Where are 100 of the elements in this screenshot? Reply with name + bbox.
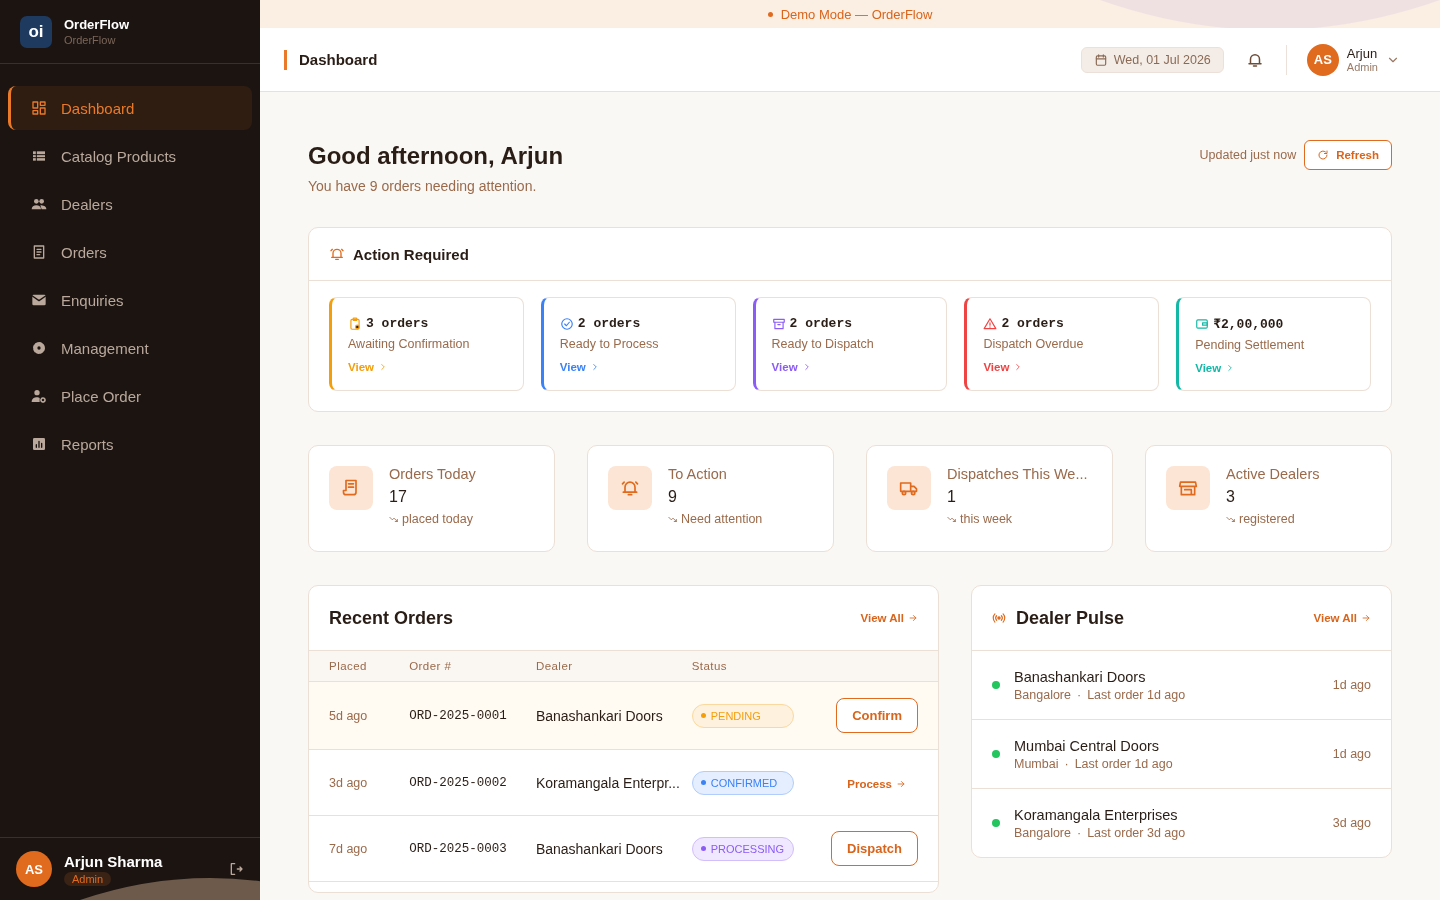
sidebar-item[interactable]: Dealers (8, 182, 252, 226)
last-order: Last order 3d ago (1087, 825, 1186, 840)
card-label: Ready to Process (559, 337, 659, 351)
sidebar-item[interactable]: Enquiries (8, 278, 252, 322)
calendar-icon (1093, 52, 1108, 67)
arrow-right-icon (908, 613, 918, 623)
time-ago: 1d ago (1332, 678, 1371, 692)
sidebar-item[interactable]: Catalog Products (8, 134, 252, 178)
refresh-icon (1317, 149, 1330, 161)
order-row[interactable]: 7d ago ORD-2025-0003 Banashankari Doors PROCESSING Dispatch (309, 815, 938, 882)
stat-value: 3 (1226, 488, 1236, 506)
table-cell: 5d ago (309, 681, 394, 750)
last-order: Last order 1d ago (1087, 687, 1186, 702)
stat-note: registered (1239, 512, 1295, 526)
role-badge: Admin (64, 871, 112, 886)
action-button[interactable]: Confirm (836, 698, 918, 733)
sidebar-item[interactable]: Place Order (8, 374, 252, 418)
wallet-icon (1195, 317, 1210, 331)
separator-dot: · (1064, 756, 1069, 771)
view-link[interactable]: View (559, 361, 600, 373)
arrow-right-icon (896, 778, 906, 789)
logout-button[interactable] (228, 861, 244, 877)
user-menu[interactable]: AS Arjun Admin (1306, 43, 1400, 76)
last-order: Last order 1d ago (1074, 756, 1173, 771)
column-header: Dealer (523, 651, 692, 682)
sidebar-item[interactable]: Management (8, 326, 252, 370)
column-header: Placed (309, 651, 394, 682)
status-badge: PROCESSING (691, 836, 794, 861)
dealer-name: Banashankari Doors (1014, 668, 1147, 685)
chevron-right-icon (378, 362, 388, 372)
check-circle-icon (559, 316, 574, 331)
app-name: OrderFlow (64, 17, 129, 32)
card-label: Awaiting Confirmation (348, 337, 470, 351)
user-role: Admin (1346, 61, 1378, 73)
separator-dot: · (1077, 825, 1082, 840)
chart-icon (31, 436, 47, 452)
card-label: Ready to Dispatch (771, 337, 874, 351)
table-cell: Koramangala Enterpr... (523, 749, 692, 816)
grid-icon (31, 100, 47, 116)
table-cell: 3d ago (309, 749, 394, 816)
status-badge: CONFIRMED (691, 770, 794, 795)
stat-title: Dispatches This We... (947, 466, 1088, 482)
table-cell: 7d ago (309, 815, 394, 882)
logo: oi (20, 15, 52, 48)
view-link[interactable]: View (771, 361, 812, 373)
action-button[interactable]: Dispatch (831, 831, 918, 866)
greeting-title: Good afternoon, Arjun (308, 142, 564, 170)
time-ago: 3d ago (1332, 816, 1371, 830)
arrow-right-icon (1361, 613, 1371, 623)
user-name: Arjun Sharma (64, 852, 163, 870)
sidebar-item[interactable]: Dashboard (8, 86, 252, 130)
dealer-name: Mumbai Central Doors (1014, 737, 1161, 754)
mail-icon (31, 292, 47, 308)
action-card[interactable]: ₹2,00,000 Pending Settlement View (1176, 297, 1371, 391)
view-link[interactable]: View (983, 361, 1024, 373)
user-name: Arjun (1346, 46, 1378, 61)
panel-title: Recent Orders (329, 607, 454, 629)
refresh-button[interactable]: Refresh (1304, 140, 1392, 170)
sidebar-item[interactable]: Reports (8, 422, 252, 466)
table-cell: ORD-2025-0001 (393, 681, 524, 750)
action-card[interactable]: 2 orders Dispatch Overdue View (964, 297, 1160, 391)
stat-title: Orders Today (389, 466, 476, 482)
banner-text: Demo Mode — OrderFlow (767, 6, 933, 22)
greeting-subtitle: You have 9 orders needing attention. (308, 178, 538, 194)
table-cell: Banashankari Doors (523, 815, 692, 882)
stat-value: 9 (668, 488, 678, 506)
stat-value: 17 (389, 488, 408, 506)
trend-icon (1226, 514, 1236, 524)
dealer-city: Bangalore (1014, 687, 1071, 702)
sidebar-item[interactable]: Orders (8, 230, 252, 274)
action-card[interactable]: 3 orders Awaiting Confirmation View (329, 297, 524, 391)
stat-note: Need attention (681, 512, 763, 526)
table-cell: ORD-2025-0003 (393, 815, 524, 882)
time-ago: 1d ago (1332, 747, 1371, 761)
order-row[interactable]: 5d ago ORD-2025-0001 Banashankari Doors PENDING Confirm (309, 681, 938, 750)
order-row[interactable]: 3d ago ORD-2025-0002 Koramangala Enterpr... CONFIRMED Process (309, 749, 938, 816)
card-label: Pending Settlement (1195, 338, 1305, 352)
action-link[interactable]: Process (847, 777, 906, 790)
user-avatar: AS (1306, 43, 1339, 76)
dealer-name: Koramangala Enterprises (1014, 806, 1179, 823)
action-card[interactable]: 2 orders Ready to Dispatch View (752, 297, 948, 391)
action-card[interactable]: 2 orders Ready to Process View (540, 297, 736, 391)
view-all-link[interactable]: View All (1313, 612, 1371, 624)
stat-title: To Action (668, 466, 728, 482)
card-label: Dispatch Overdue (983, 337, 1084, 351)
stat-title: Active Dealers (1226, 466, 1320, 482)
bell-icon (329, 246, 345, 262)
table-cell: Banashankari Doors (523, 681, 692, 750)
stat-value: 1 (947, 488, 957, 506)
order-count: 2 orders (789, 316, 852, 331)
dealer-city: Mumbai (1014, 756, 1059, 771)
order-count: 2 orders (577, 316, 641, 331)
order-count: 3 orders (366, 316, 429, 331)
clipboard-icon (348, 316, 362, 331)
view-all-link[interactable]: View All (860, 612, 918, 624)
document-icon (31, 244, 47, 260)
page-title: Dashboard (284, 49, 378, 70)
dealer-city: Bangalore (1014, 825, 1071, 840)
stat-note: this week (960, 512, 1013, 526)
archive-icon (771, 316, 786, 331)
